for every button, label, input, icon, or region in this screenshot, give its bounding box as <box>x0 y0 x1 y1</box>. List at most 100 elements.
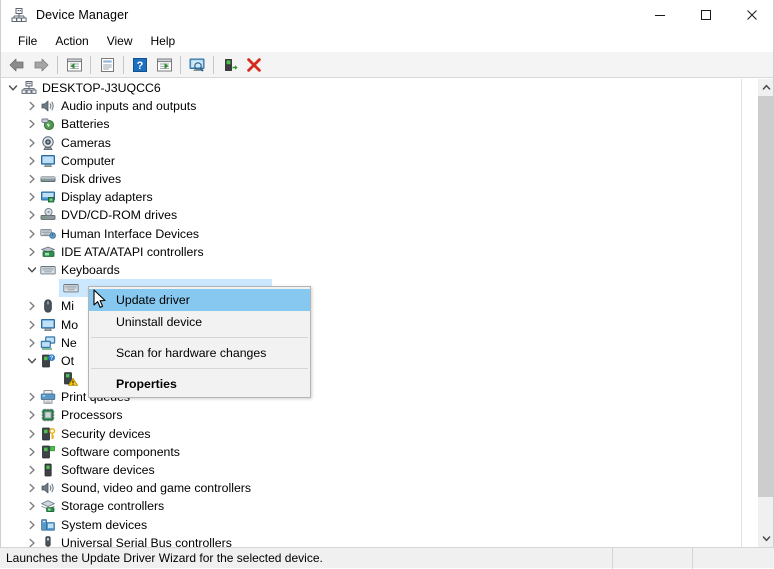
vertical-scrollbar[interactable] <box>757 79 773 547</box>
chevron-right-icon[interactable] <box>24 444 40 460</box>
tree-item-label: Human Interface Devices <box>61 227 199 241</box>
chevron-right-icon[interactable] <box>24 116 40 132</box>
tree-item-label: System devices <box>61 518 147 532</box>
close-button[interactable] <box>729 0 774 30</box>
mouse-icon <box>40 298 56 314</box>
scroll-down-arrow-icon[interactable] <box>758 530 774 547</box>
context-menu-item-uninstall-device[interactable]: Uninstall device <box>89 311 310 333</box>
processor-icon <box>40 407 56 423</box>
tree-row-computer[interactable]: Computer <box>1 152 741 170</box>
toolbar-separator-5 <box>213 56 214 74</box>
tree-row-system-devices[interactable]: System devices <box>1 516 741 534</box>
monitor-icon <box>40 317 56 333</box>
status-bar-message: Launches the Update Driver Wizard for th… <box>0 548 613 569</box>
tree-row-ide-controllers[interactable]: IDE ATA/ATAPI controllers <box>1 243 741 261</box>
menu-help[interactable]: Help <box>142 32 185 50</box>
tree-item-label: Ot <box>61 354 74 368</box>
chevron-right-icon[interactable] <box>24 407 40 423</box>
context-menu-item-scan-for-hardware-changes[interactable]: Scan for hardware changes <box>89 342 310 364</box>
security-device-icon <box>40 426 56 442</box>
chevron-right-icon[interactable] <box>24 226 40 242</box>
storage-controller-icon <box>40 498 56 514</box>
toolbar-separator-3 <box>123 56 124 74</box>
minimize-button[interactable] <box>637 0 683 30</box>
menu-bar: File Action View Help <box>1 30 774 52</box>
tree-item-label: Ne <box>61 336 77 350</box>
chevron-right-icon[interactable] <box>24 317 40 333</box>
tree-row-root[interactable]: DESKTOP-J3UQCC6 <box>1 79 741 97</box>
forward-button[interactable] <box>29 54 53 76</box>
scan-hardware-changes-button[interactable] <box>185 54 209 76</box>
chevron-down-icon[interactable] <box>5 80 21 96</box>
disk-drive-icon <box>40 171 56 187</box>
uninstall-device-button[interactable] <box>242 54 266 76</box>
tree-row-audio[interactable]: Audio inputs and outputs <box>1 97 741 115</box>
tree-row-display-adapters[interactable]: Display adapters <box>1 188 741 206</box>
context-menu-item-properties[interactable]: Properties <box>89 373 310 395</box>
tree-item-label: Cameras <box>61 136 111 150</box>
chevron-right-icon[interactable] <box>24 298 40 314</box>
tree-item-label: Universal Serial Bus controllers <box>61 536 232 547</box>
context-menu-item-update-driver[interactable]: Update driver <box>89 289 310 311</box>
hid-icon <box>40 226 56 242</box>
chevron-right-icon[interactable] <box>24 498 40 514</box>
other-device-icon: ? <box>40 353 56 369</box>
chevron-right-icon[interactable] <box>24 426 40 442</box>
tree-row-batteries[interactable]: Batteries <box>1 115 741 133</box>
maximize-button[interactable] <box>683 0 729 30</box>
menu-file[interactable]: File <box>9 32 46 50</box>
tree-row-dvd-drives[interactable]: DVD/CD-ROM drives <box>1 206 741 224</box>
scrollbar-thumb[interactable] <box>758 96 774 497</box>
tree-item-label: DVD/CD-ROM drives <box>61 208 177 222</box>
computer-root-icon <box>21 80 37 96</box>
tree-item-label: Security devices <box>61 427 151 441</box>
display-adapter-icon <box>40 189 56 205</box>
tree-row-keyboards[interactable]: Keyboards <box>1 261 741 279</box>
status-bar-segment-2 <box>613 548 693 569</box>
menu-action[interactable]: Action <box>46 32 97 50</box>
chevron-right-icon[interactable] <box>24 135 40 151</box>
chevron-right-icon[interactable] <box>24 335 40 351</box>
chevron-right-icon[interactable] <box>24 98 40 114</box>
tree-row-disk-drives[interactable]: Disk drives <box>1 170 741 188</box>
tree-row-software-components[interactable]: Software components <box>1 443 741 461</box>
back-button[interactable] <box>5 54 29 76</box>
chevron-right-icon[interactable] <box>24 480 40 496</box>
tree-row-hid[interactable]: Human Interface Devices <box>1 225 741 243</box>
tree-item-label: Keyboards <box>61 263 120 277</box>
chevron-right-icon[interactable] <box>24 517 40 533</box>
tree-row-cameras[interactable]: Cameras <box>1 134 741 152</box>
tree-row-processors[interactable]: Processors <box>1 406 741 424</box>
tree-root-label: DESKTOP-J3UQCC6 <box>42 81 161 95</box>
keyboard-device-icon <box>63 280 79 296</box>
chevron-down-icon[interactable] <box>24 353 40 369</box>
chevron-right-icon[interactable] <box>24 153 40 169</box>
chevron-down-icon[interactable] <box>24 262 40 278</box>
scroll-up-arrow-icon[interactable] <box>758 79 774 96</box>
tree-row-storage-controllers[interactable]: Storage controllers <box>1 497 741 515</box>
help-button[interactable]: ? <box>128 54 152 76</box>
chevron-right-icon[interactable] <box>24 535 40 547</box>
window-title: Device Manager <box>36 8 128 22</box>
toolbar-separator-1 <box>57 56 58 74</box>
tree-row-security-devices[interactable]: Security devices <box>1 425 741 443</box>
show-hide-console-tree-button[interactable] <box>62 54 86 76</box>
tree-row-software-devices[interactable]: Software devices <box>1 461 741 479</box>
svg-text:?: ? <box>137 60 144 72</box>
chevron-right-icon[interactable] <box>24 389 40 405</box>
chevron-right-icon[interactable] <box>24 189 40 205</box>
software-device-icon <box>40 462 56 478</box>
menu-view[interactable]: View <box>98 32 142 50</box>
tree-row-sound-video-game[interactable]: Sound, video and game controllers <box>1 479 741 497</box>
window-controls <box>637 0 774 30</box>
update-driver-button[interactable] <box>218 54 242 76</box>
context-menu: Update driver Uninstall device Scan for … <box>88 286 311 398</box>
chevron-right-icon[interactable] <box>24 207 40 223</box>
properties-button[interactable] <box>95 54 119 76</box>
chevron-right-icon[interactable] <box>24 462 40 478</box>
chevron-right-icon[interactable] <box>24 244 40 260</box>
tree-item-label: Disk drives <box>61 172 121 186</box>
show-hide-action-pane-button[interactable] <box>152 54 176 76</box>
tree-row-usb-controllers[interactable]: Universal Serial Bus controllers <box>1 534 741 547</box>
chevron-right-icon[interactable] <box>24 171 40 187</box>
